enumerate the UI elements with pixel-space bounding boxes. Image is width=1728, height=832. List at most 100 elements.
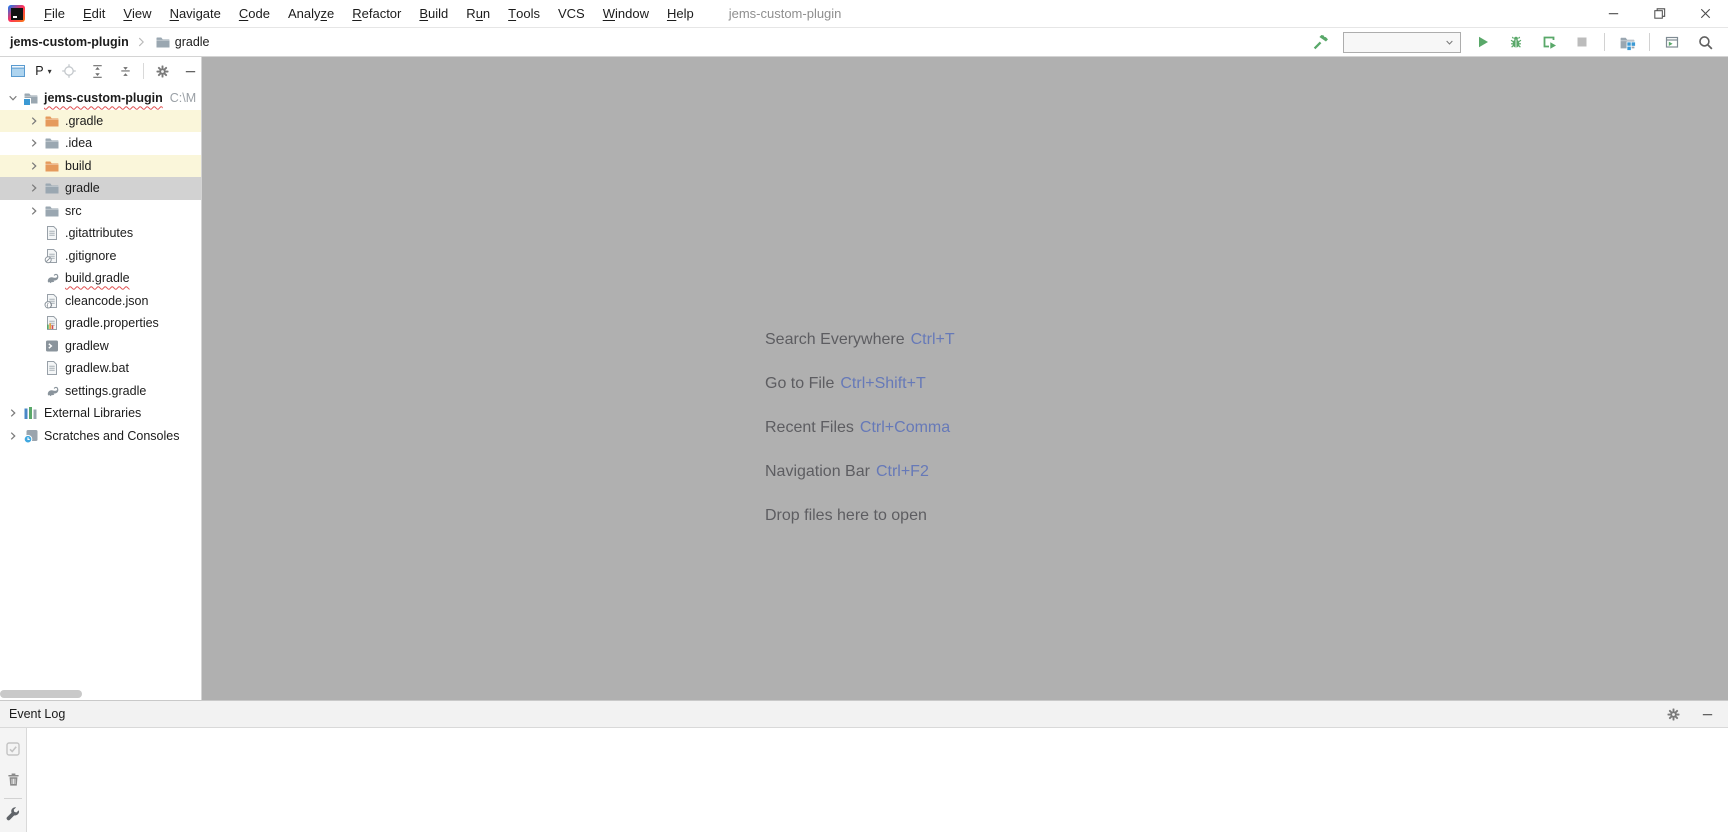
select-opened-file-button[interactable] xyxy=(59,60,80,82)
menu-vcs[interactable]: VCS xyxy=(549,0,594,28)
tree-item-scratches-and-consoles[interactable]: Scratches and Consoles xyxy=(0,425,201,448)
chevron-expanded-icon[interactable] xyxy=(4,90,21,106)
chevron-collapsed-icon[interactable] xyxy=(25,180,42,196)
menu-code[interactable]: Code xyxy=(230,0,279,28)
hide-event-log-button[interactable] xyxy=(1696,703,1718,725)
tree-item-cleancode-json[interactable]: {} cleancode.json xyxy=(0,290,201,313)
tree-item--idea[interactable]: .idea xyxy=(0,132,201,155)
event-log-bar[interactable]: Event Log xyxy=(0,700,1728,728)
folder-icon xyxy=(44,203,60,219)
horizontal-scrollbar[interactable] xyxy=(0,690,82,698)
folder-icon xyxy=(155,34,171,50)
menu-analyze[interactable]: Analy z e xyxy=(279,0,343,28)
tree-item-src[interactable]: src xyxy=(0,200,201,223)
menu-edit[interactable]: Edit xyxy=(74,0,114,28)
hide-panel-button[interactable] xyxy=(180,60,201,82)
run-anything-button[interactable] xyxy=(1661,31,1683,53)
expand-all-button[interactable] xyxy=(87,60,108,82)
locate-icon xyxy=(61,63,77,79)
tree-item--gitattributes[interactable]: .gitattributes xyxy=(0,222,201,245)
minimize-icon xyxy=(183,64,198,79)
tree-item-build-gradle[interactable]: build.gradle xyxy=(0,267,201,290)
chevron-placeholder xyxy=(25,315,42,331)
menu-refactor[interactable]: Refactor xyxy=(343,0,410,28)
stop-icon xyxy=(1574,34,1590,50)
tree-item-gradle-properties[interactable]: gradle.properties xyxy=(0,312,201,335)
tree-item-label: gradle xyxy=(65,181,100,196)
project-tool-window-icon[interactable] xyxy=(7,60,28,82)
breadcrumb-current[interactable]: gradle xyxy=(153,34,210,50)
tree-item-label: .idea xyxy=(65,136,93,151)
panel-settings-button[interactable] xyxy=(151,60,172,82)
restore-button[interactable] xyxy=(1636,0,1682,28)
search-everywhere-button[interactable] xyxy=(1694,31,1716,53)
folder-icon xyxy=(44,135,60,151)
hammer-icon xyxy=(1312,33,1330,51)
project-view-selector[interactable]: P ▾ xyxy=(35,64,51,78)
tree-item-settings-gradle[interactable]: settings.gradle xyxy=(0,380,201,403)
gradle-file-icon xyxy=(44,383,60,399)
folder-excluded-icon xyxy=(44,158,60,174)
run-with-coverage-button[interactable] xyxy=(1538,31,1560,53)
shortcut-hint: Drop files here to open xyxy=(765,494,955,538)
stop-button[interactable] xyxy=(1571,31,1593,53)
chevron-placeholder xyxy=(25,225,42,241)
collapse-all-button[interactable] xyxy=(115,60,136,82)
tree-item-gradle[interactable]: gradle xyxy=(0,177,201,200)
menu-build[interactable]: Build xyxy=(410,0,457,28)
project-tab-icon xyxy=(10,63,26,79)
chevron-placeholder xyxy=(25,383,42,399)
minimize-button[interactable] xyxy=(1590,0,1636,28)
tree-item--gitignore[interactable]: .gitignore xyxy=(0,245,201,268)
chevron-collapsed-icon[interactable] xyxy=(4,428,21,444)
editor-empty-area: Search Everywhere Ctrl+T Go to File Ctrl+Sh… xyxy=(202,57,1728,700)
tree-item-jems-custom-plugin[interactable]: jems-custom-plugin C:\M xyxy=(0,87,201,110)
intellij-logo-icon xyxy=(8,5,25,22)
tree-item-label: .gitignore xyxy=(65,248,117,263)
debug-icon xyxy=(1508,34,1524,50)
menu-tools[interactable]: Tools xyxy=(499,0,549,28)
menu-view[interactable]: View xyxy=(114,0,160,28)
event-log-config-button[interactable] xyxy=(2,803,24,825)
mark-all-read-button[interactable] xyxy=(2,738,24,760)
toolbar-separator xyxy=(1649,33,1650,51)
menu-run[interactable]: Run xyxy=(457,0,499,28)
chevron-collapsed-icon[interactable] xyxy=(25,135,42,151)
gear-icon xyxy=(155,64,170,79)
toolbar-separator xyxy=(1604,33,1605,51)
debug-button[interactable] xyxy=(1505,31,1527,53)
event-log-panel xyxy=(0,728,1728,832)
trash-icon xyxy=(6,772,21,787)
run-button[interactable] xyxy=(1472,31,1494,53)
tree-item-external-libraries[interactable]: External Libraries xyxy=(0,402,201,425)
close-button[interactable] xyxy=(1682,0,1728,28)
breadcrumb-root[interactable]: jems-custom-plugin xyxy=(10,35,129,49)
chevron-collapsed-icon[interactable] xyxy=(25,203,42,219)
tree-item-gradlew-bat[interactable]: gradlew.bat xyxy=(0,357,201,380)
event-log-settings-button[interactable] xyxy=(1662,703,1684,725)
tree-item-label: src xyxy=(65,203,82,218)
menu-window[interactable]: Window xyxy=(594,0,658,28)
chevron-placeholder xyxy=(25,248,42,264)
minimize-icon xyxy=(1700,707,1715,722)
shortcut-keys: Ctrl+F2 xyxy=(875,463,929,480)
menu-bar: File Edit View Navigate Code Analy z e Refactor B… xyxy=(0,0,1728,28)
tree-item--gradle[interactable]: .gradle xyxy=(0,109,201,132)
menu-help[interactable]: Help xyxy=(658,0,703,28)
tree-item-gradlew[interactable]: gradlew xyxy=(0,335,201,358)
menu-file[interactable]: File xyxy=(35,0,74,28)
build-project-button[interactable] xyxy=(1310,31,1332,53)
menu-navigate[interactable]: Navigate xyxy=(161,0,230,28)
run-toolbar xyxy=(1310,31,1716,53)
json-file-icon: {} xyxy=(44,293,60,309)
chevron-collapsed-icon[interactable] xyxy=(25,113,42,129)
chevron-placeholder xyxy=(25,360,42,376)
project-view-label: P xyxy=(35,64,44,78)
run-config-select[interactable] xyxy=(1343,31,1461,53)
search-icon xyxy=(1697,34,1714,51)
chevron-collapsed-icon[interactable] xyxy=(4,405,21,421)
project-structure-button[interactable] xyxy=(1616,31,1638,53)
tree-item-build[interactable]: build xyxy=(0,154,201,177)
chevron-collapsed-icon[interactable] xyxy=(25,158,42,174)
clear-all-button[interactable] xyxy=(2,768,24,790)
